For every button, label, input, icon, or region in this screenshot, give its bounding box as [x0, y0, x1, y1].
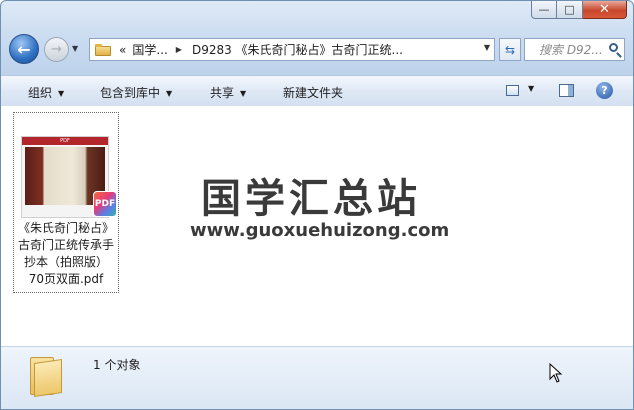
file-name-line: 抄本（拍照版）	[23, 255, 108, 269]
recent-pages-button[interactable]: ▼	[72, 44, 82, 54]
details-pane: 1 个对象	[1, 346, 633, 409]
folder-icon	[95, 43, 111, 56]
file-name-line: 《朱氏奇门秘占》	[17, 221, 114, 235]
pdf-icon: PDF	[93, 191, 117, 217]
watermark-url: www.guoxuehuizong.com	[190, 220, 450, 241]
refresh-button[interactable]: ⇆	[499, 38, 521, 61]
chevron-down-icon: ▼	[240, 89, 247, 98]
breadcrumb-separator-icon[interactable]: ▶	[176, 45, 182, 54]
file-name-label: 《朱氏奇门秘占》 古奇门正统传承手 抄本（拍照版） 70页双面.pdf	[14, 220, 118, 288]
search-input[interactable]	[539, 42, 605, 57]
back-arrow-icon: ←	[17, 39, 31, 59]
refresh-icon: ⇆	[504, 42, 516, 57]
breadcrumb-item-current[interactable]: D9283 《朱氏奇门秘占》古奇门正统...	[192, 41, 403, 58]
search-icon[interactable]	[609, 43, 618, 52]
chevron-down-icon: ▼	[72, 44, 79, 53]
address-dropdown-icon[interactable]: ▼	[484, 43, 490, 52]
breadcrumb-overflow[interactable]: «	[119, 43, 126, 57]
preview-pane-icon[interactable]	[559, 84, 574, 97]
change-view-icon[interactable]	[506, 85, 519, 96]
breadcrumb-item-parent[interactable]: 国学...	[132, 41, 167, 58]
folder-icon	[30, 357, 64, 397]
file-name-line: 古奇门正统传承手	[17, 238, 114, 252]
chevron-down-icon: ▼	[58, 89, 65, 98]
file-list-view[interactable]: PDF PDF 《朱氏奇门秘占》 古奇门正统传承手 抄本（拍照版） 70页双面.…	[1, 106, 633, 346]
new-folder-button[interactable]: 新建文件夹	[283, 84, 343, 101]
include-in-library-menu[interactable]: 包含到库中 ▼	[100, 84, 172, 101]
navigation-bar: ← → ▼ « 国学... ▶ D9283 《朱氏奇门秘占》古奇门正统... ▼…	[9, 34, 625, 64]
close-button[interactable]: ✕	[583, 1, 627, 19]
forward-button[interactable]: →	[44, 37, 69, 62]
include-in-library-label: 包含到库中	[100, 86, 161, 100]
item-count-status: 1 个对象	[93, 358, 141, 372]
back-button[interactable]: ←	[9, 34, 39, 64]
caption-buttons: — □ ✕	[531, 1, 627, 19]
file-item-pdf[interactable]: PDF PDF 《朱氏奇门秘占》 古奇门正统传承手 抄本（拍照版） 70页双面.…	[13, 112, 119, 293]
watermark-title: 国学汇总站	[201, 176, 421, 222]
share-menu[interactable]: 共享 ▼	[210, 84, 246, 101]
chevron-down-icon: ▼	[166, 89, 173, 98]
search-box[interactable]	[524, 38, 625, 61]
view-options-chevron-icon[interactable]: ▼	[528, 84, 534, 93]
minimize-button[interactable]: —	[531, 1, 557, 19]
organize-label: 组织	[28, 86, 53, 100]
command-bar: 组织 ▼ 包含到库中 ▼ 共享 ▼ 新建文件夹 ▼ ?	[1, 75, 633, 107]
organize-menu[interactable]: 组织 ▼	[28, 84, 64, 101]
mouse-cursor-icon	[549, 363, 563, 383]
file-name-line: 70页双面.pdf	[28, 272, 104, 286]
explorer-window: — □ ✕ ← → ▼ « 国学... ▶ D9283 《朱氏奇门秘占》古奇门正…	[0, 0, 634, 410]
maximize-button[interactable]: □	[557, 1, 583, 19]
share-label: 共享	[210, 86, 235, 100]
forward-arrow-icon: →	[51, 42, 62, 57]
thumbnail-header: PDF	[22, 137, 108, 145]
folder-front	[34, 359, 62, 397]
help-icon[interactable]: ?	[596, 82, 613, 99]
address-bar[interactable]: « 国学... ▶ D9283 《朱氏奇门秘占》古奇门正统... ▼	[89, 38, 495, 61]
